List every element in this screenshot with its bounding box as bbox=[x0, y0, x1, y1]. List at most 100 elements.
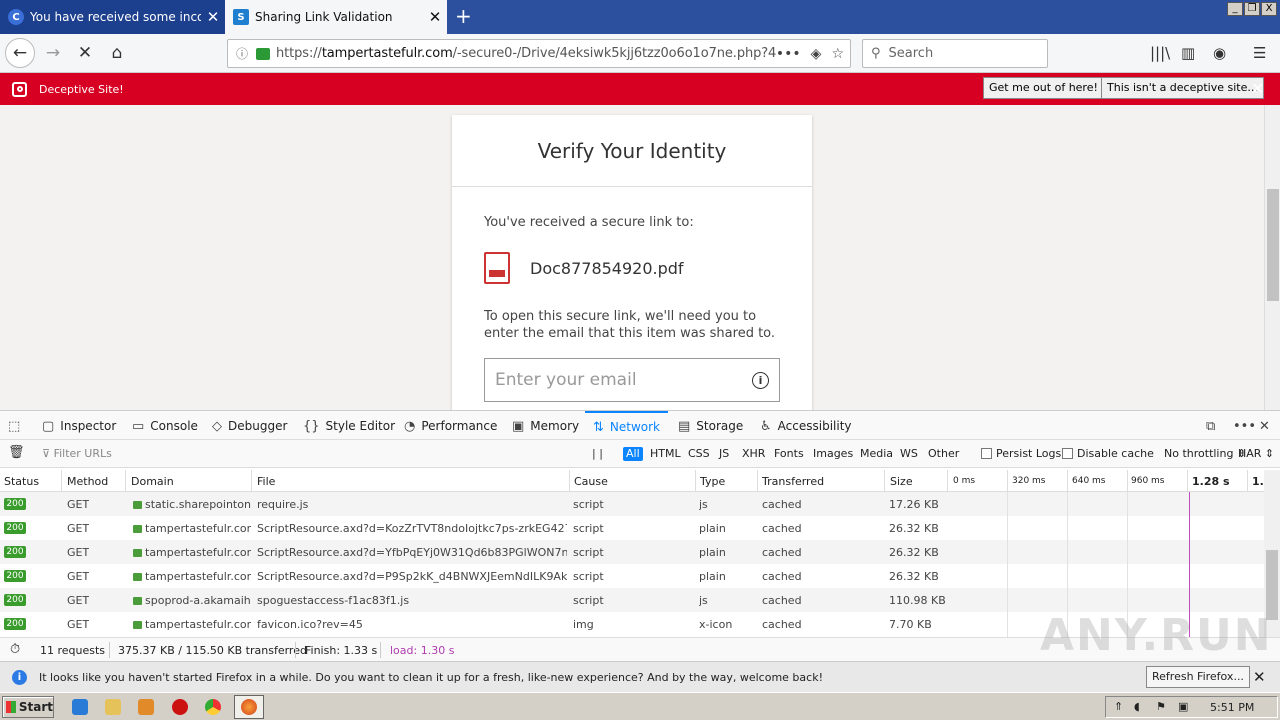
table-row[interactable]: 200 GET spoprod-a.akamaih... spoguestacc… bbox=[0, 588, 1264, 612]
back-arrow-icon[interactable]: ← bbox=[5, 38, 35, 68]
explorer-icon[interactable] bbox=[105, 699, 121, 715]
forward-arrow-icon[interactable]: → bbox=[38, 38, 68, 68]
card-title: Verify Your Identity bbox=[452, 115, 812, 187]
filter-other[interactable]: Other bbox=[925, 447, 962, 461]
bookmark-star-icon[interactable]: ☆ bbox=[831, 46, 844, 62]
table-row[interactable]: 200 GET tampertastefulr.com ScriptResour… bbox=[0, 516, 1264, 540]
info-icon[interactable]: i bbox=[752, 371, 769, 389]
filter-urls-input[interactable]: ⊽ Filter URLs bbox=[42, 447, 112, 460]
ie-icon[interactable] bbox=[72, 699, 88, 715]
tab-style-editor[interactable]: {} Style Editor bbox=[303, 411, 395, 441]
get-me-out-button[interactable]: Get me out of here! bbox=[983, 77, 1104, 99]
maximize-button[interactable]: ❐ bbox=[1244, 2, 1260, 16]
close-icon[interactable]: ✕ bbox=[1253, 668, 1266, 686]
persist-logs-checkbox[interactable]: Persist Logs bbox=[981, 447, 1061, 460]
tab-debugger[interactable]: ◇ Debugger bbox=[212, 411, 287, 441]
type: x-icon bbox=[699, 618, 733, 631]
start-button[interactable]: Start bbox=[2, 696, 54, 718]
storage-icon: ▤ bbox=[678, 418, 691, 434]
size: 17.26 KB bbox=[889, 498, 939, 511]
tab-storage[interactable]: ▤ Storage bbox=[678, 411, 743, 441]
chrome-icon[interactable] bbox=[205, 699, 221, 715]
account-icon[interactable]: ◉ bbox=[1213, 44, 1226, 62]
table-row[interactable]: 200 GET tampertastefulr.com ScriptResour… bbox=[0, 564, 1264, 588]
window-close-button[interactable]: X bbox=[1261, 2, 1277, 16]
search-input[interactable]: ⚲ Search bbox=[862, 39, 1048, 68]
minimize-button[interactable]: _ bbox=[1227, 2, 1243, 16]
tab-memory[interactable]: ▣ Memory bbox=[512, 411, 579, 441]
pause-icon[interactable]: | | bbox=[592, 447, 603, 460]
dock-toggle-icon[interactable]: ⧉ bbox=[1206, 411, 1215, 441]
home-icon[interactable]: ⌂ bbox=[102, 38, 132, 68]
request-count: 11 requests bbox=[40, 644, 106, 657]
column-domain[interactable]: Domain bbox=[131, 475, 174, 488]
email-field[interactable]: Enter your email i bbox=[484, 358, 780, 402]
trash-icon[interactable]: 🗑 bbox=[8, 445, 25, 460]
element-picker-icon[interactable]: ⬚ bbox=[8, 411, 20, 441]
hamburger-menu-icon[interactable]: ☰ bbox=[1253, 44, 1266, 62]
filter-all[interactable]: All bbox=[623, 447, 643, 461]
column-cause[interactable]: Cause bbox=[574, 475, 608, 488]
column-size[interactable]: Size bbox=[890, 475, 913, 488]
table-row[interactable]: 200 GET static.sharepointonli... require… bbox=[0, 492, 1264, 516]
har-menu[interactable]: HAR ⇕ bbox=[1238, 447, 1274, 460]
received-text: You've received a secure link to: bbox=[484, 215, 694, 230]
column-file[interactable]: File bbox=[257, 475, 275, 488]
column-transferred[interactable]: Transferred bbox=[762, 475, 824, 488]
volume-icon[interactable]: ◖ bbox=[1134, 700, 1140, 713]
column-status[interactable]: Status bbox=[4, 475, 39, 488]
pocket-icon[interactable]: ◈ bbox=[811, 46, 822, 62]
stopwatch-icon: ⏱ bbox=[10, 642, 21, 657]
flag-icon[interactable]: ⚑ bbox=[1156, 700, 1166, 713]
close-tab-icon[interactable]: ✕ bbox=[201, 8, 225, 26]
column-method[interactable]: Method bbox=[67, 475, 108, 488]
filter-images[interactable]: Images bbox=[810, 447, 856, 461]
tab-console[interactable]: ▭ Console bbox=[132, 411, 198, 441]
opera-icon[interactable] bbox=[172, 699, 188, 715]
filter-js[interactable]: JS bbox=[716, 447, 732, 461]
file: favicon.ico?rev=45 bbox=[257, 618, 363, 631]
tab-accessibility[interactable]: ♿ Accessibility bbox=[760, 411, 852, 441]
tab-inspector[interactable]: ▢ Inspector bbox=[42, 411, 116, 441]
column-type[interactable]: Type bbox=[700, 475, 725, 488]
url-bar[interactable]: ⓘ https://tampertastefulr.com/-secure0-/… bbox=[227, 39, 851, 68]
console-icon: ▭ bbox=[132, 418, 145, 434]
sidebar-icon[interactable]: ▥ bbox=[1181, 44, 1195, 62]
table-row[interactable]: 200 GET tampertastefulr.com ScriptResour… bbox=[0, 540, 1264, 564]
throttling-select[interactable]: No throttling ⇕ bbox=[1164, 447, 1246, 460]
close-tab-icon[interactable]: ✕ bbox=[423, 8, 447, 26]
tab-sharing-link[interactable]: S Sharing Link Validation ✕ bbox=[225, 0, 447, 34]
tab-incoming[interactable]: C You have received some incoming ✕ bbox=[0, 0, 225, 34]
status-badge: 200 bbox=[4, 498, 26, 510]
stop-loading-icon[interactable]: ✕ bbox=[70, 38, 100, 68]
new-tab-icon[interactable]: + bbox=[455, 4, 472, 28]
close-devtools-icon[interactable]: ✕ bbox=[1259, 411, 1270, 441]
refresh-firefox-button[interactable]: Refresh Firefox... bbox=[1146, 666, 1250, 688]
timeline-tick: 1.28 s bbox=[1192, 475, 1230, 488]
lock-icon[interactable] bbox=[256, 47, 270, 60]
tray-expand-icon[interactable]: ⇑ bbox=[1114, 700, 1123, 713]
filter-media[interactable]: Media bbox=[857, 447, 896, 461]
library-icon[interactable]: |||\ bbox=[1150, 44, 1170, 62]
network-tray-icon[interactable]: ▣ bbox=[1178, 700, 1188, 713]
disable-cache-checkbox[interactable]: Disable cache bbox=[1062, 447, 1154, 460]
url-text[interactable]: https://tampertastefulr.com/-secure0-/Dr… bbox=[276, 46, 776, 61]
page-scrollbar[interactable] bbox=[1264, 105, 1280, 410]
media-player-icon[interactable] bbox=[138, 699, 154, 715]
instruction-text: To open this secure link, we'll need you… bbox=[484, 309, 776, 341]
filter-css[interactable]: CSS bbox=[685, 447, 713, 461]
taskbar: Start ⇑ ◖ ⚑ ▣ 5:51 PM bbox=[0, 692, 1280, 720]
filter-fonts[interactable]: Fonts bbox=[771, 447, 807, 461]
site-info-icon[interactable]: ⓘ bbox=[236, 45, 254, 62]
filter-ws[interactable]: WS bbox=[897, 447, 921, 461]
page-actions-icon[interactable]: ••• bbox=[776, 46, 801, 62]
type: plain bbox=[699, 570, 726, 583]
tab-network[interactable]: ⇅ Network bbox=[585, 411, 669, 441]
filter-html[interactable]: HTML bbox=[647, 447, 684, 461]
filter-xhr[interactable]: XHR bbox=[739, 447, 768, 461]
tab-performance[interactable]: ◔ Performance bbox=[404, 411, 497, 441]
search-icon: ⚲ bbox=[871, 46, 881, 61]
close-icon[interactable]: ✕ bbox=[1251, 79, 1264, 98]
not-deceptive-button[interactable]: This isn't a deceptive site... bbox=[1101, 77, 1264, 99]
devtools-menu-icon[interactable]: ••• bbox=[1233, 411, 1256, 441]
